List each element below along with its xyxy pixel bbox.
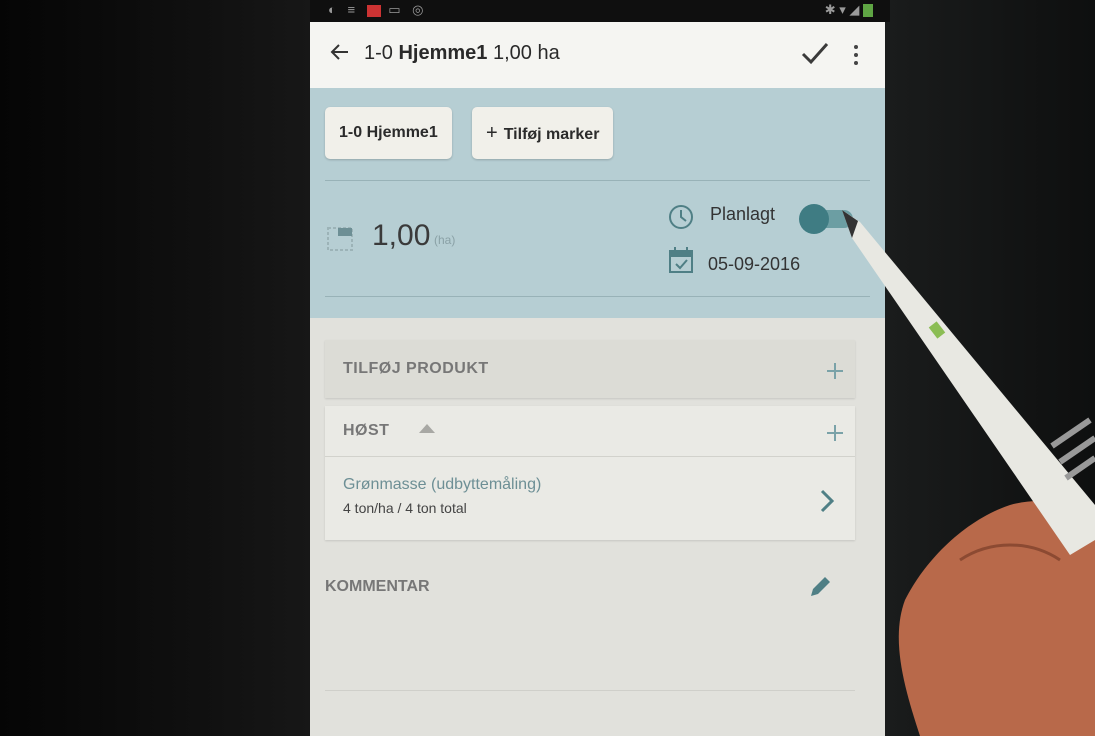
- harvest-item-name[interactable]: Grønmasse (udbyttemåling): [343, 476, 541, 494]
- divider: [325, 180, 870, 181]
- add-product-row[interactable]: TILFØJ PRODUKT: [325, 340, 855, 398]
- plus-icon: +: [486, 122, 498, 144]
- checkmark-icon[interactable]: [800, 40, 830, 66]
- divider: [325, 296, 870, 297]
- notification-icon: [366, 4, 381, 17]
- pencil-icon[interactable]: [807, 574, 833, 600]
- collapse-triangle-icon[interactable]: [417, 422, 437, 434]
- calendar-icon: [669, 247, 693, 273]
- comment-label: KOMMENTAR: [325, 578, 430, 595]
- battery-icon: [863, 4, 873, 18]
- more-vert-icon[interactable]: [852, 44, 860, 66]
- add-fields-button[interactable]: + Tilføj marker: [472, 107, 614, 159]
- chevron-right-icon[interactable]: [819, 488, 835, 514]
- page-title: 1-0 Hjemme1 1,00 ha: [364, 42, 560, 65]
- harvest-card: HØST Grønmasse (udbyttemåling) 4 ton/ha …: [325, 406, 855, 540]
- title-field-area: 1,00 ha: [492, 42, 560, 64]
- area-unit: (ha): [434, 233, 456, 247]
- status-bar: ◐ ≡ ▭ ◎ ✱ ▾ ◢: [310, 0, 890, 22]
- plus-icon[interactable]: [825, 423, 845, 443]
- comment-underline: [325, 690, 855, 691]
- harvest-item-amount: 4 ton/ha / 4 ton total: [343, 500, 467, 516]
- planned-toggle[interactable]: [799, 204, 857, 234]
- add-fields-label: Tilføj marker: [503, 126, 600, 143]
- toggle-knob: [799, 204, 829, 234]
- background-right: [885, 0, 1095, 736]
- date-value[interactable]: 05-09-2016: [708, 254, 800, 275]
- comment-section[interactable]: KOMMENTAR: [325, 562, 855, 692]
- harvest-label: HØST: [343, 422, 390, 439]
- add-product-label: TILFØJ PRODUKT: [343, 360, 489, 377]
- app-bar: 1-0 Hjemme1 1,00 ha: [310, 22, 885, 88]
- back-arrow-icon[interactable]: [328, 40, 352, 64]
- area-value: 1,00: [372, 219, 431, 252]
- clock-icon: [669, 205, 693, 229]
- status-notification-icons: ◐ ≡ ▭ ◎: [328, 2, 428, 17]
- app-screen: 1-0 Hjemme1 1,00 ha 1-0 Hjemme1 + Tilføj …: [310, 22, 885, 736]
- field-chip[interactable]: 1-0 Hjemme1: [325, 107, 452, 159]
- plus-icon[interactable]: [825, 361, 845, 381]
- title-field-code: 1-0: [364, 42, 393, 64]
- status-system-icons: ✱ ▾ ◢: [825, 2, 876, 18]
- divider: [325, 456, 855, 457]
- planned-label: Planlagt: [710, 204, 776, 224]
- background-left: [0, 0, 310, 736]
- title-field-name: Hjemme1: [398, 42, 488, 64]
- header-band: 1-0 Hjemme1 + Tilføj marker 1,00 (ha) Pla…: [310, 88, 885, 318]
- area-icon: [327, 227, 353, 251]
